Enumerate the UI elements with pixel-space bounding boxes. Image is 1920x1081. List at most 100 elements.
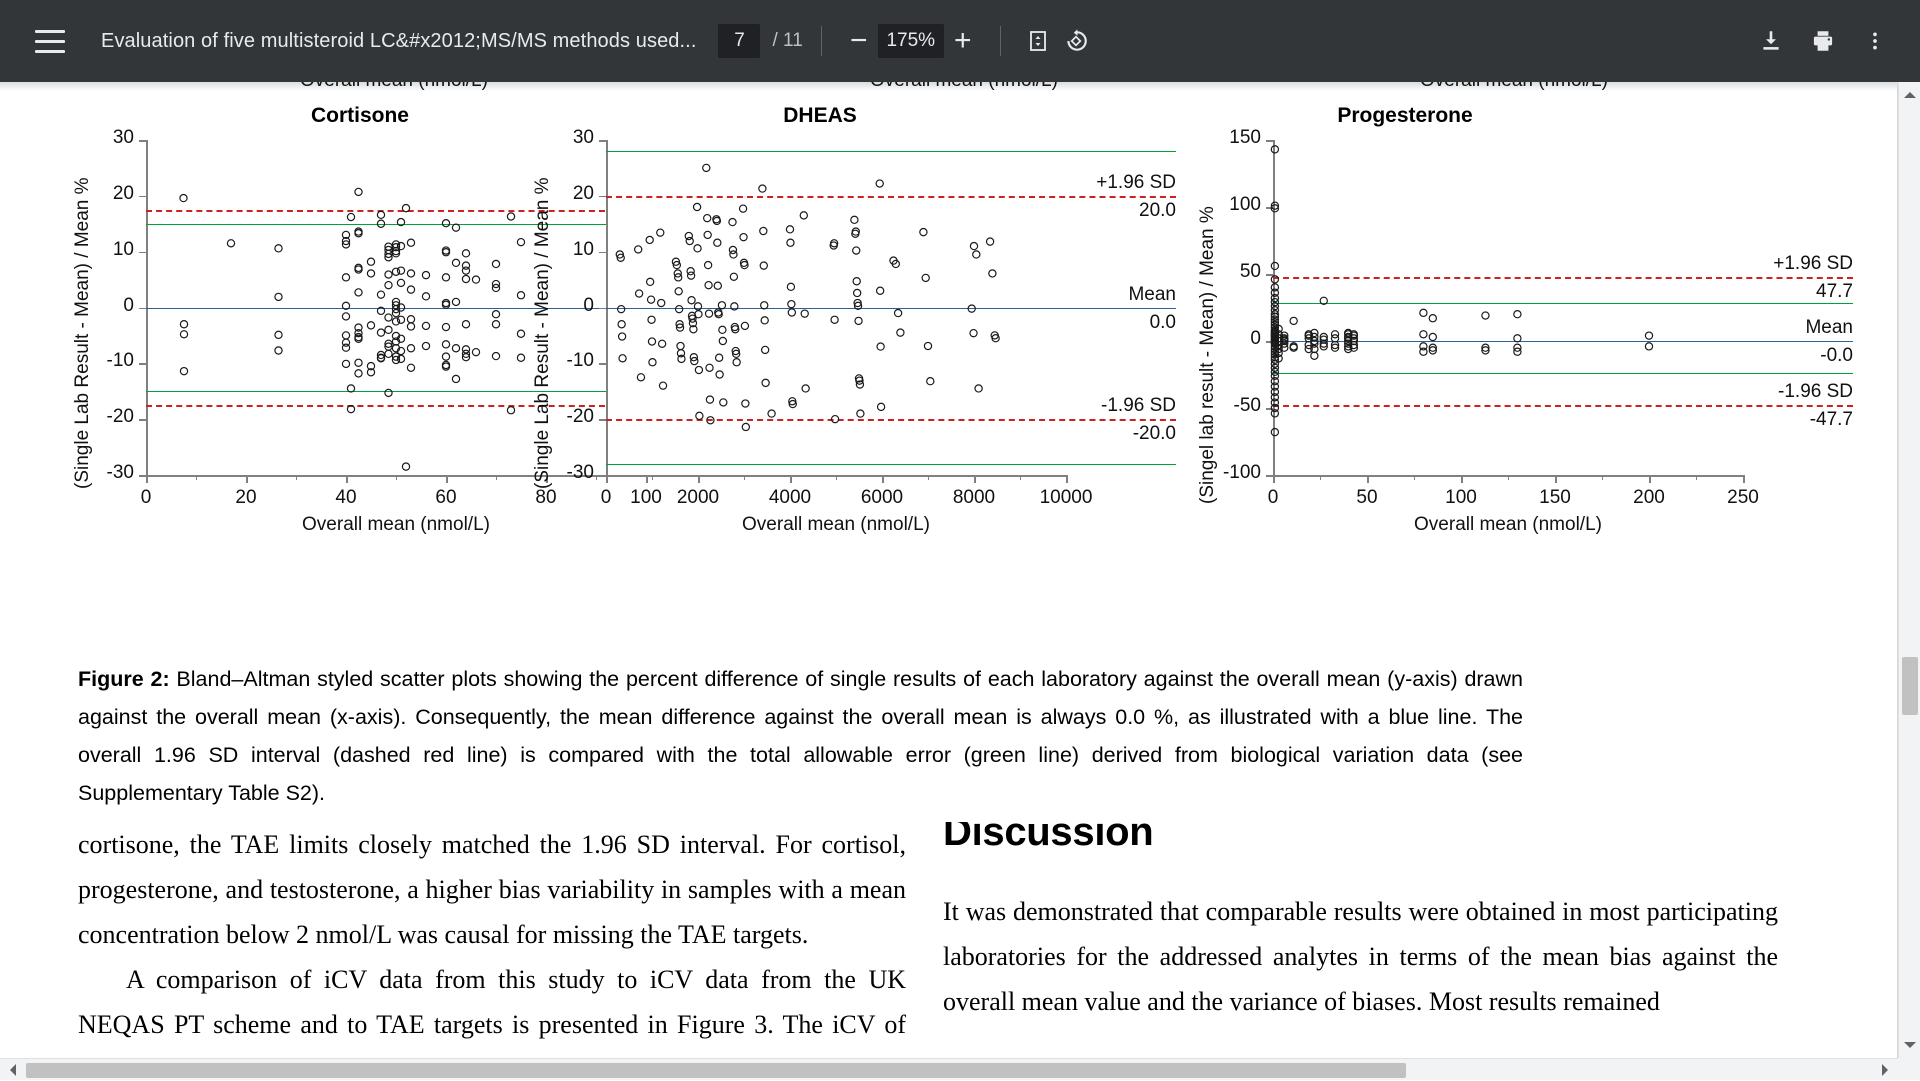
x-tick [1066,475,1068,483]
y-tick [599,196,606,198]
zoom-level-display[interactable]: 175% [878,24,944,58]
chevron-up-icon [1904,92,1916,98]
x-tick-label: 250 [1693,487,1793,509]
page-total-label: / 11 [772,30,802,52]
figure-caption: Figure 2: Bland–Altman styled scatter pl… [78,660,1523,812]
y-tick [599,252,606,254]
x-tick [1273,475,1275,483]
section-heading-discussion: Discussion [943,822,1778,855]
figure-caption-label: Figure 2: [78,667,170,691]
page-navigation: / 11 [718,24,802,58]
zoom-in-button[interactable]: + [944,22,982,60]
document-title: Evaluation of five multisteroid LC&#x201… [101,30,696,53]
y-axis-label-dheas: (Single Lab Result - Mean) / Mean % [532,177,554,489]
y-tick [1266,274,1273,276]
download-icon [1758,28,1784,54]
x-tick-label: 200 [1599,487,1699,509]
scroll-left-button[interactable] [2,1059,24,1081]
print-icon [1810,28,1836,54]
y-tick [139,475,146,477]
x-tick [1555,475,1557,483]
y-tick-label: 0 [68,295,134,317]
x-tick-label: 10000 [1016,487,1116,509]
y-tick-label: 30 [68,127,134,149]
x-tick [146,475,148,483]
y-tick [599,308,606,310]
y-tick-label: 30 [528,127,594,149]
horizontal-scrollbar-thumb[interactable] [26,1063,1406,1078]
scroll-right-button[interactable] [1874,1059,1896,1081]
plot-area-progesterone: -100-50050100150050100150200250+1.96 SD4… [1273,140,1743,475]
scroll-down-button[interactable] [1899,1034,1920,1056]
x-tick [1461,475,1463,483]
horizontal-scrollbar[interactable] [0,1058,1920,1080]
x-minor-tick [396,475,397,480]
chart-title-dheas: DHEAS [520,104,1120,128]
fit-to-page-icon [1026,29,1050,53]
x-tick [698,475,700,483]
pdf-viewer-toolbar: Evaluation of five multisteroid LC&#x201… [0,0,1920,82]
page-number-input[interactable] [718,24,760,58]
print-button[interactable] [1804,22,1842,60]
x-tick [1367,475,1369,483]
y-tick [139,363,146,365]
y-tick-label: 0 [528,295,594,317]
chevron-down-icon [1904,1042,1916,1048]
x-tick [1649,475,1651,483]
rotate-button[interactable] [1057,22,1095,60]
y-tick-label: 150 [1195,127,1261,149]
x-minor-tick [296,475,297,480]
download-button[interactable] [1752,22,1790,60]
y-tick [599,140,606,142]
x-tick-label: 50 [1317,487,1417,509]
figure-caption-text: Bland–Altman styled scatter plots showin… [78,667,1523,805]
y-tick-label: 10 [528,239,594,261]
x-minor-tick [1414,475,1415,480]
y-tick [139,196,146,198]
more-options-icon [1863,29,1887,53]
more-options-button[interactable] [1856,22,1894,60]
x-tick-label: 0 [556,487,656,509]
chevron-right-icon [1882,1064,1888,1076]
y-tick-label: -10 [68,350,134,372]
x-minor-tick [744,475,745,480]
y-tick-label: -30 [68,462,134,484]
x-tick [882,475,884,483]
y-tick-label: -10 [528,350,594,372]
vertical-scrollbar-thumb[interactable] [1902,657,1918,715]
y-tick-label: 20 [528,183,594,205]
hamburger-menu-icon[interactable] [23,19,77,63]
x-tick-label: 0 [1223,487,1323,509]
chart-panel-dheas: DHEAS (Single Lab Result - Mean) / Mean … [520,104,1120,584]
x-tick-label: 60 [396,487,496,509]
x-tick-label: 20 [196,487,296,509]
pdf-viewer-area[interactable]: Overall mean (nmol/L) Overall mean (nmol… [0,82,1920,1080]
scroll-up-button[interactable] [1899,84,1920,106]
plus-icon: + [954,26,972,56]
vertical-scrollbar[interactable] [1898,82,1920,1058]
toolbar-divider-2 [1000,26,1001,56]
x-minor-tick [196,475,197,480]
x-tick [346,475,348,483]
zoom-out-button[interactable]: − [840,22,878,60]
minus-icon: − [850,26,868,56]
y-tick-label: -100 [1195,462,1261,484]
x-minor-tick [1602,475,1603,480]
x-tick [606,475,608,483]
y-tick [599,475,606,477]
x-minor-tick [652,475,653,480]
x-tick-label: 100 [1411,487,1511,509]
y-tick-label: 20 [68,183,134,205]
x-tick-label: 40 [296,487,396,509]
body-column-right: Discussion It was demonstrated that comp… [943,822,1778,1066]
chevron-left-icon [10,1064,16,1076]
fit-to-page-button[interactable] [1019,22,1057,60]
toolbar-right-actions [1752,22,1894,60]
y-tick [599,419,606,421]
y-tick-label: 0 [1195,328,1261,350]
x-tick-label: 2000 [648,487,748,509]
toolbar-divider-1 [821,26,822,56]
x-tick-label: 6000 [832,487,932,509]
pdf-page: Overall mean (nmol/L) Overall mean (nmol… [0,82,1897,1066]
y-tick-label: -20 [68,406,134,428]
